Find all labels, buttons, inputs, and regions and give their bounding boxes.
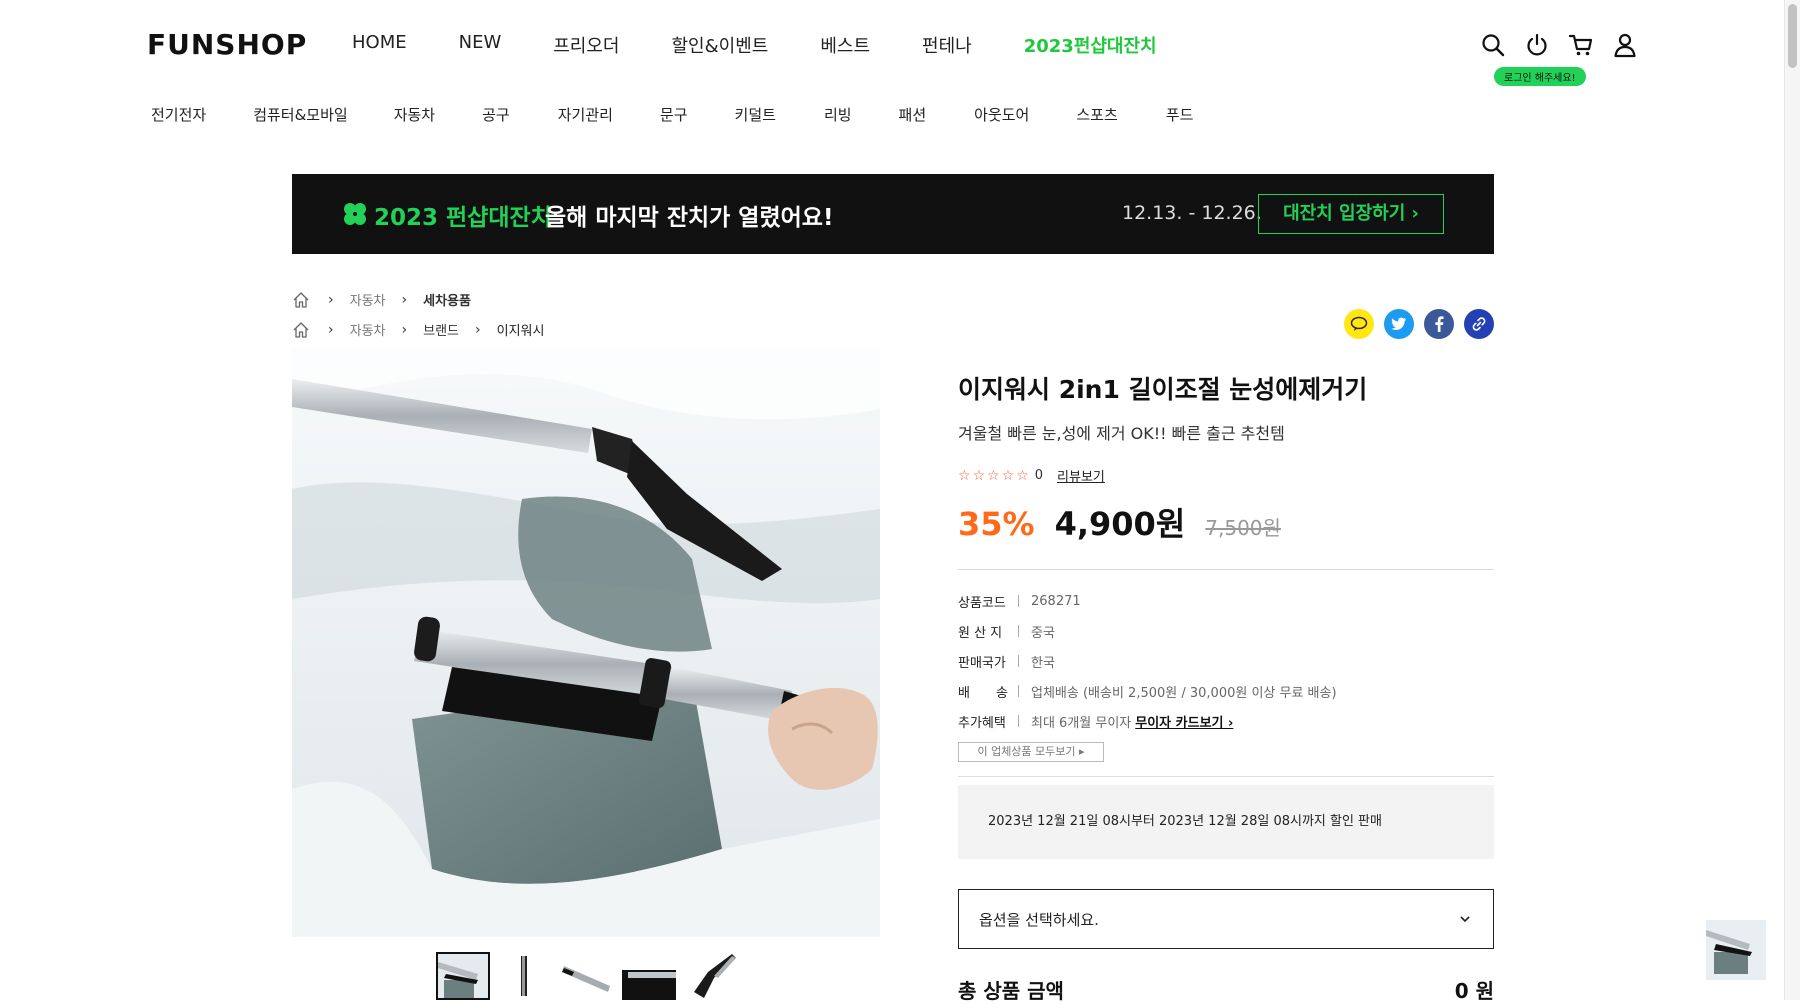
scrollbar-thumb[interactable] — [1788, 4, 1797, 68]
rating: ☆☆☆☆☆ 0 리뷰보기 — [958, 466, 1494, 486]
spec-row-country: 판매국가 한국 — [958, 646, 1494, 676]
cat-kidult[interactable]: 키덜트 — [735, 104, 776, 125]
product-info: 이지워시 2in1 길이조절 눈성에제거기 겨울철 빠른 눈,성에 제거 OK!… — [958, 370, 1494, 1004]
nav-2023-event[interactable]: 2023펀샵대잔치 — [1024, 32, 1157, 58]
review-count: 0 — [1034, 468, 1044, 483]
spec-label: 추가혜택 — [958, 715, 1006, 731]
chevron-right-icon: › — [328, 321, 334, 338]
banner-enter-button[interactable]: 대잔치 입장하기 › — [1258, 194, 1444, 234]
sale-price: 4,900원 — [1054, 505, 1186, 543]
chevron-down-icon — [1460, 916, 1470, 923]
spec-label: 판매국가 — [958, 655, 1006, 671]
banner-subtitle: 올해 마지막 잔치가 열렸어요! — [545, 205, 834, 231]
thumbnail-image[interactable] — [622, 952, 676, 1000]
cat-stationery[interactable]: 문구 — [660, 104, 688, 125]
chevron-right-icon: › — [328, 291, 334, 308]
cat-electronics[interactable]: 전기전자 — [151, 104, 206, 125]
main-nav: HOME NEW 프리오더 할인&이벤트 베스트 펀테나 2023펀샵대잔치 — [352, 32, 1209, 58]
home-icon[interactable] — [292, 321, 310, 339]
home-icon[interactable] — [292, 291, 310, 309]
clover-icon — [344, 203, 366, 225]
cat-fashion[interactable]: 패션 — [899, 104, 927, 125]
nav-best[interactable]: 베스트 — [820, 32, 870, 58]
spec-value: 268271 — [1031, 593, 1081, 609]
breadcrumb-item[interactable]: 이지워시 — [497, 320, 545, 339]
banner-title: 2023 펀샵대잔치 — [374, 205, 552, 231]
breadcrumb-item[interactable]: 세차용품 — [423, 290, 471, 309]
product-spec: 상품코드 268271 원 산 지 중국 판매국가 한국 배 송 업체배송 (배… — [958, 586, 1494, 736]
thumbnail-image[interactable] — [684, 952, 738, 1000]
interest-free-card-link[interactable]: 무이자 카드보기 › — [1135, 716, 1233, 731]
page-scrollbar[interactable] — [1784, 0, 1800, 1000]
share-buttons — [1344, 309, 1494, 339]
option-select[interactable]: 옵션을 선택하세요. — [958, 889, 1494, 949]
spec-value: 업체배송 (배송비 2,500원 / 30,000원 이상 무료 배송) — [1031, 685, 1337, 701]
facebook-share-icon[interactable] — [1424, 309, 1454, 339]
event-banner[interactable]: 2023 펀샵대잔치 올해 마지막 잔치가 열렸어요! 12.13. - 12.… — [292, 174, 1494, 254]
discount-rate: 35% — [958, 505, 1035, 543]
chevron-right-icon: › — [401, 291, 408, 308]
star-rating-icon: ☆☆☆☆☆ — [958, 467, 1031, 484]
original-price: 7,500원 — [1205, 516, 1281, 540]
twitter-share-icon[interactable] — [1384, 309, 1414, 339]
cat-sports[interactable]: 스포츠 — [1076, 104, 1117, 125]
spec-row-benefit: 추가혜택 최대 6개월 무이자 무이자 카드보기 › — [958, 706, 1494, 736]
nav-new[interactable]: NEW — [459, 32, 502, 58]
recently-viewed-thumbnail[interactable] — [1706, 920, 1766, 980]
thumbnail-image[interactable] — [560, 952, 614, 1000]
spec-value: 한국 — [1031, 655, 1055, 671]
spec-label: 원 산 지 — [958, 625, 1003, 641]
funshop-logo[interactable]: FUNSHOP — [147, 28, 307, 61]
spec-label: 상품코드 — [958, 595, 1006, 611]
nav-sale-event[interactable]: 할인&이벤트 — [672, 32, 769, 58]
price: 35% 4,900원 7,500원 — [958, 499, 1494, 545]
thumbnail-image[interactable] — [498, 952, 552, 1000]
nav-home[interactable]: HOME — [352, 32, 407, 58]
banner-date: 12.13. - 12.26. — [1122, 202, 1262, 224]
breadcrumb: › 자동차 › 브랜드 › 이지워시 — [292, 320, 544, 339]
cat-self-care[interactable]: 자기관리 — [558, 104, 613, 125]
product-name: 이지워시 2in1 길이조절 눈성에제거기 — [958, 375, 1368, 404]
cat-tools[interactable]: 공구 — [482, 104, 510, 125]
spec-label: 배 송 — [958, 685, 1008, 701]
breadcrumb-item[interactable]: 자동차 — [350, 320, 386, 339]
spec-value: 중국 — [1031, 625, 1055, 641]
category-nav: 전기전자 컴퓨터&모바일 자동차 공구 자기관리 문구 키덜트 리빙 패션 아웃… — [151, 104, 1193, 125]
chevron-right-icon: › — [401, 321, 408, 338]
spec-value: 최대 6개월 무이자 무이자 카드보기 › — [1031, 712, 1233, 731]
chevron-right-icon: › — [475, 321, 481, 338]
spec-row-shipping: 배 송 업체배송 (배송비 2,500원 / 30,000원 이상 무료 배송) — [958, 676, 1494, 706]
cat-outdoor[interactable]: 아웃도어 — [974, 104, 1029, 125]
spec-row-origin: 원 산 지 중국 — [958, 616, 1494, 646]
divider — [958, 569, 1494, 570]
breadcrumb-item[interactable]: 브랜드 — [423, 320, 459, 339]
login-tooltip: 로그인 해주세요! — [1494, 67, 1586, 86]
option-select-label: 옵션을 선택하세요. — [979, 910, 1099, 929]
cat-computer-mobile[interactable]: 컴퓨터&모바일 — [253, 104, 348, 125]
power-login-icon[interactable] — [1524, 32, 1550, 58]
cat-living[interactable]: 리빙 — [824, 104, 852, 125]
nav-funtena[interactable]: 펀테나 — [922, 32, 972, 58]
nav-preorder[interactable]: 프리오더 — [553, 32, 619, 58]
link-copy-icon[interactable] — [1464, 309, 1494, 339]
view-all-vendor-products-button[interactable]: 이 업체상품 모두보기 ▸ — [958, 742, 1104, 762]
review-link[interactable]: 리뷰보기 — [1057, 466, 1105, 485]
kakaotalk-share-icon[interactable] — [1344, 309, 1374, 339]
product-thumbnails — [436, 952, 738, 1000]
cart-icon[interactable] — [1568, 32, 1594, 58]
benefit-text: 최대 6개월 무이자 — [1031, 715, 1132, 731]
breadcrumb: › 자동차 › 세차용품 — [292, 290, 471, 309]
product-main-image[interactable] — [292, 349, 880, 937]
divider — [958, 776, 1494, 777]
cat-food[interactable]: 푸드 — [1166, 104, 1194, 125]
breadcrumb-item[interactable]: 자동차 — [350, 290, 386, 309]
product-description: 겨울철 빠른 눈,성에 제거 OK!! 빠른 출근 추천템 — [958, 424, 1285, 443]
spec-row-code: 상품코드 268271 — [958, 586, 1494, 616]
cat-car[interactable]: 자동차 — [394, 104, 435, 125]
sale-period-notice: 2023년 12월 21일 08시부터 2023년 12월 28일 08시까지 … — [958, 785, 1494, 859]
user-icon[interactable] — [1612, 32, 1638, 58]
thumbnail-image[interactable] — [436, 952, 490, 1000]
search-icon[interactable] — [1480, 32, 1506, 58]
utility-icons — [1480, 32, 1638, 58]
